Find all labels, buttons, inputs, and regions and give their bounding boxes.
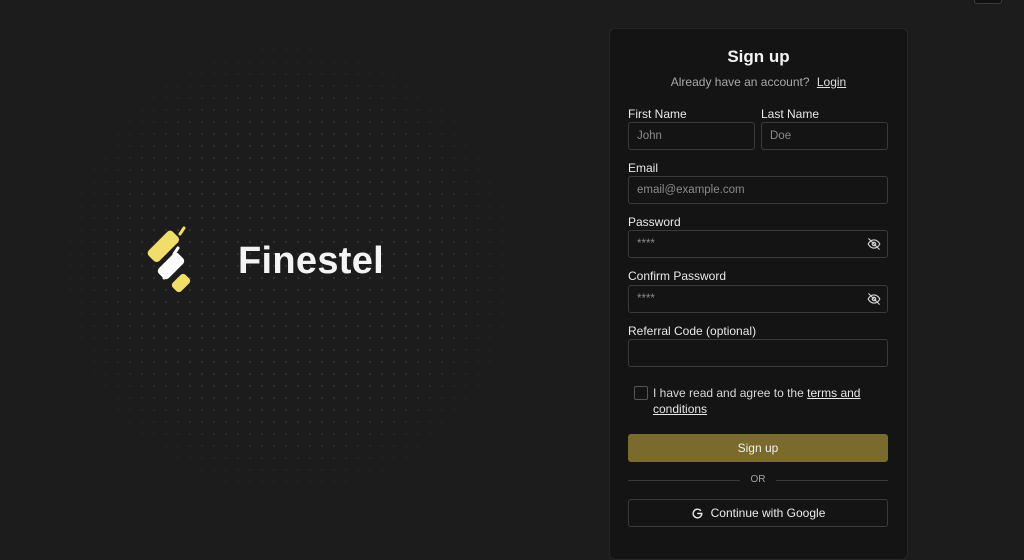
referral-code-label: Referral Code (optional) xyxy=(628,324,757,338)
last-name-input[interactable]: Doe xyxy=(761,122,888,150)
first-name-label: First Name xyxy=(628,107,687,121)
first-name-input[interactable]: John xyxy=(628,122,755,150)
brand-logo-lockup: Finestel xyxy=(140,226,384,296)
brand-name: Finestel xyxy=(238,239,384,282)
referral-code-input[interactable] xyxy=(628,339,888,367)
terms-agreement-text: I have read and agree to the terms and c… xyxy=(653,385,873,417)
google-button-label: Continue with Google xyxy=(710,506,826,520)
signup-title: Sign up xyxy=(727,47,790,66)
password-input[interactable]: **** xyxy=(628,230,888,258)
eye-off-icon[interactable] xyxy=(867,237,881,251)
google-icon xyxy=(692,507,703,519)
email-input[interactable]: email@example.com xyxy=(628,176,888,204)
confirm-password-label: Confirm Password xyxy=(628,269,727,283)
password-label: Password xyxy=(628,215,681,229)
finestel-logo-icon xyxy=(147,226,191,293)
confirm-password-placeholder: **** xyxy=(637,293,655,305)
login-prompt-row: Already have an account? Login xyxy=(610,75,907,89)
terms-checkbox[interactable] xyxy=(634,386,648,400)
signup-card: Sign up Already have an account? Login F… xyxy=(609,28,908,560)
corner-control[interactable] xyxy=(974,0,1002,4)
or-divider: OR xyxy=(628,474,888,486)
divider-line-right xyxy=(776,480,888,481)
agree-text: I have read and agree to the xyxy=(653,386,804,400)
continue-with-google-button[interactable]: Continue with Google xyxy=(628,499,888,527)
password-placeholder: **** xyxy=(637,238,655,250)
login-prompt-text: Already have an account? xyxy=(670,75,810,89)
confirm-password-input[interactable]: **** xyxy=(628,285,888,313)
last-name-label: Last Name xyxy=(761,107,820,121)
signup-button[interactable]: Sign up xyxy=(628,434,888,462)
eye-off-icon[interactable] xyxy=(867,292,881,306)
email-label: Email xyxy=(628,161,659,175)
login-link[interactable]: Login xyxy=(817,75,846,89)
